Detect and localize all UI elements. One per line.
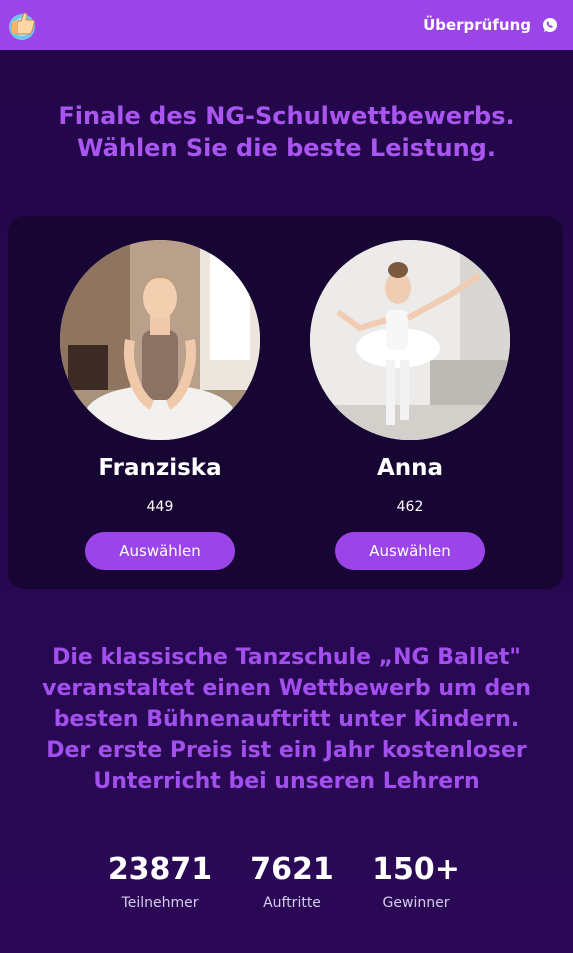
review-link[interactable]: Überprüfung — [423, 16, 531, 34]
contestant-photo-anna — [310, 240, 510, 440]
contest-description: Die klassische Tanzschule „NG Ballet" ve… — [0, 642, 573, 797]
contestant-card-franziska: Franziska 449 Auswählen — [60, 240, 260, 570]
page-title-line-1: Finale des NG-Schulwettbewerbs. — [58, 102, 515, 130]
stat-value: 23871 — [107, 852, 213, 887]
stat-winners: 150+ Gewinner — [346, 850, 486, 912]
contestant-name: Franziska — [98, 455, 222, 481]
thumbs-up-logo-icon[interactable] — [6, 7, 42, 43]
select-button-franziska[interactable]: Auswählen — [85, 532, 235, 570]
top-bar: Überprüfung — [0, 0, 573, 50]
select-button-anna[interactable]: Auswählen — [335, 532, 485, 570]
stat-participants: 23871 Teilnehmer — [90, 850, 230, 912]
stat-label: Auftritte — [263, 895, 321, 911]
whatsapp-icon[interactable] — [541, 16, 559, 34]
description-line: Der erste Preis ist ein Jahr kostenloser — [46, 738, 527, 763]
top-bar-actions: Überprüfung — [423, 16, 559, 34]
stat-value: 7621 — [250, 852, 334, 887]
stat-performances: 7621 Auftritte — [222, 850, 362, 912]
description-line: veranstaltet einen Wettbewerb um den — [42, 676, 531, 701]
page-title: Finale des NG-Schulwettbewerbs. Wählen S… — [0, 100, 573, 164]
contestant-name: Anna — [376, 455, 444, 481]
contestant-card-anna: Anna 462 Auswählen — [310, 240, 510, 570]
stats-row: 23871 Teilnehmer 7621 Auftritte 150+ Gew… — [0, 850, 573, 920]
description-line: besten Bühnenauftritt unter Kindern. — [53, 707, 520, 732]
stat-label: Teilnehmer — [121, 895, 199, 911]
voting-card: Franziska 449 Auswählen Anna 462 Auswähl… — [8, 216, 563, 589]
page-title-line-2: Wählen Sie die beste Leistung. — [77, 134, 496, 162]
description-line: Unterricht bei unseren Lehrern — [93, 769, 480, 794]
contestant-photo-franziska — [60, 240, 260, 440]
vote-count: 462 — [396, 499, 424, 515]
description-line: Die klassische Tanzschule „NG Ballet" — [52, 645, 521, 670]
stat-value: 150+ — [372, 852, 460, 887]
stat-label: Gewinner — [382, 895, 450, 911]
vote-count: 449 — [146, 499, 174, 515]
